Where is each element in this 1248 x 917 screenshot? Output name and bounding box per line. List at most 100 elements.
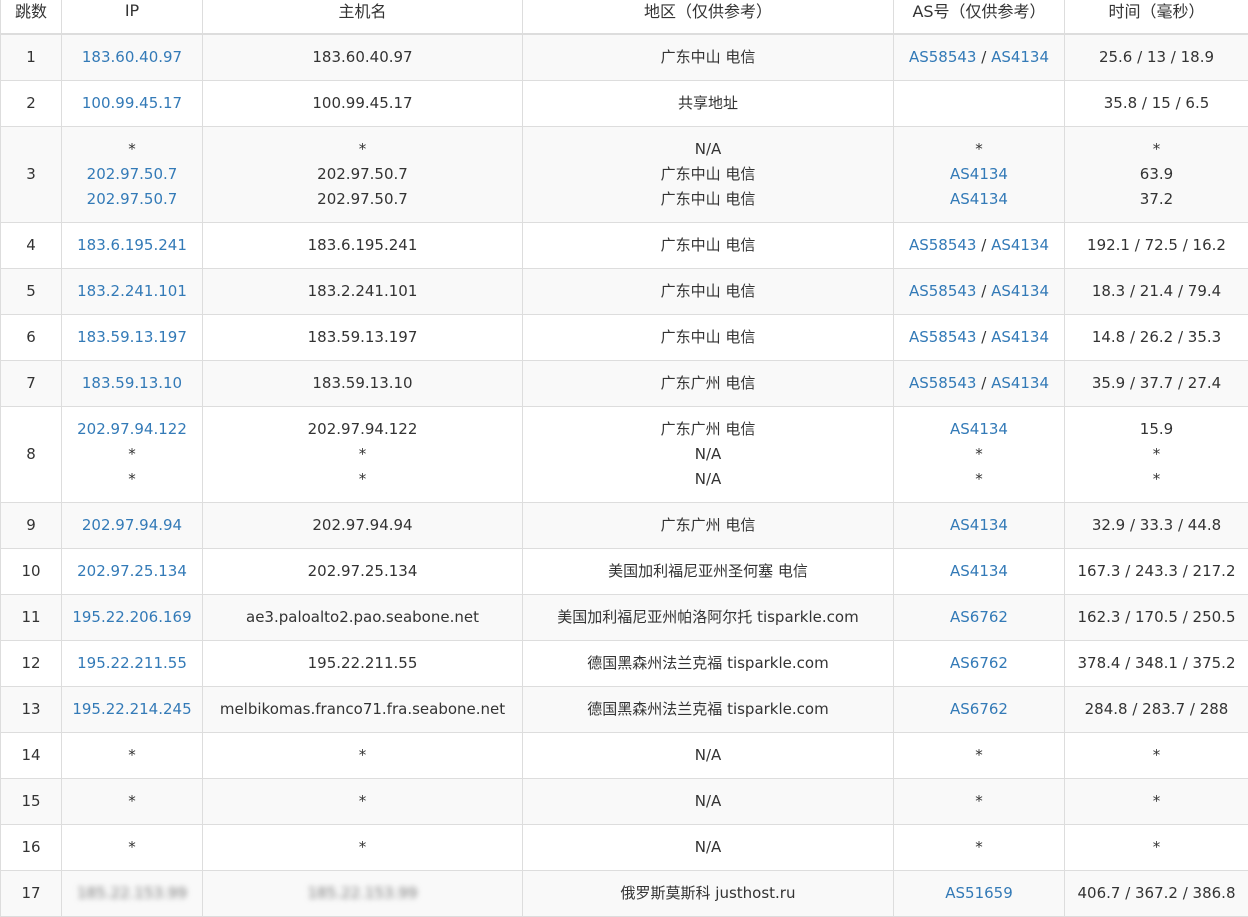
as-separator: / <box>976 282 991 300</box>
as-cell: AS58543 / AS4134 <box>894 315 1065 361</box>
ip-link[interactable]: 202.97.94.122 <box>66 417 198 442</box>
as-cell: * <box>894 825 1065 871</box>
table-header-row: 跳数 IP 主机名 地区（仅供参考） AS号（仅供参考） 时间（毫秒） <box>1 0 1248 34</box>
as-link[interactable]: AS4134 <box>991 328 1049 346</box>
hostname-text: 185.22.153.99 <box>207 881 518 906</box>
ip-link[interactable]: 100.99.45.17 <box>66 91 198 116</box>
as-link[interactable]: AS58543 <box>909 328 977 346</box>
hostname-cell: 185.22.153.99 <box>203 871 523 917</box>
ip-link[interactable]: 183.60.40.97 <box>66 45 198 70</box>
as-link[interactable]: AS4134 <box>991 236 1049 254</box>
as-link[interactable]: AS58543 <box>909 282 977 300</box>
hostname-cell: 202.97.94.122** <box>203 407 523 503</box>
ip-link[interactable]: 183.59.13.10 <box>66 371 198 396</box>
time-text: * <box>1069 442 1244 467</box>
ip-unknown: * <box>66 137 198 162</box>
ip-link[interactable]: 195.22.214.245 <box>66 697 198 722</box>
ip-link[interactable]: 183.2.241.101 <box>66 279 198 304</box>
time-cell: 35.9 / 37.7 / 27.4 <box>1065 361 1248 407</box>
ip-link[interactable]: 185.22.153.99 <box>66 881 198 906</box>
as-line: * <box>898 467 1060 492</box>
time-cell: 14.8 / 26.2 / 35.3 <box>1065 315 1248 361</box>
as-link[interactable]: AS58543 <box>909 48 977 66</box>
region-text: 广东中山 电信 <box>527 279 889 304</box>
as-link[interactable]: AS4134 <box>950 516 1008 534</box>
region-cell: 美国加利福尼亚州帕洛阿尔托 tisparkle.com <box>523 595 894 641</box>
hostname-text: 183.2.241.101 <box>207 279 518 304</box>
table-row: 3*202.97.50.7202.97.50.7*202.97.50.7202.… <box>1 127 1248 223</box>
ip-link[interactable]: 202.97.50.7 <box>66 187 198 212</box>
as-link[interactable]: AS58543 <box>909 374 977 392</box>
region-text: 德国黑森州法兰克福 tisparkle.com <box>527 651 889 676</box>
as-link[interactable]: AS51659 <box>945 884 1013 902</box>
as-line: AS58543 / AS4134 <box>898 325 1060 350</box>
as-link[interactable]: AS58543 <box>909 236 977 254</box>
header-hop: 跳数 <box>1 0 62 34</box>
region-cell: 广东中山 电信 <box>523 34 894 81</box>
time-cell: 18.3 / 21.4 / 79.4 <box>1065 269 1248 315</box>
table-row: 17185.22.153.99185.22.153.99俄罗斯莫斯科 justh… <box>1 871 1248 917</box>
table-row: 14**N/A** <box>1 733 1248 779</box>
hop-number: 10 <box>21 562 40 580</box>
ip-unknown: * <box>66 789 198 814</box>
ip-link[interactable]: 202.97.50.7 <box>66 162 198 187</box>
as-line: AS4134 <box>898 187 1060 212</box>
hostname-cell: ae3.paloalto2.pao.seabone.net <box>203 595 523 641</box>
as-unknown: * <box>975 470 983 488</box>
as-link[interactable]: AS6762 <box>950 608 1008 626</box>
as-line: AS51659 <box>898 881 1060 906</box>
ip-cell: 183.6.195.241 <box>62 223 203 269</box>
hostname-text: 202.97.50.7 <box>207 162 518 187</box>
as-link[interactable]: AS4134 <box>950 420 1008 438</box>
ip-link[interactable]: 202.97.94.94 <box>66 513 198 538</box>
traceroute-table: 跳数 IP 主机名 地区（仅供参考） AS号（仅供参考） 时间（毫秒） 1183… <box>0 0 1248 917</box>
hostname-text: * <box>207 835 518 860</box>
ip-cell: * <box>62 733 203 779</box>
region-cell: 广东中山 电信 <box>523 315 894 361</box>
hop-number: 17 <box>21 884 40 902</box>
ip-link[interactable]: 183.59.13.197 <box>66 325 198 350</box>
as-cell: * <box>894 733 1065 779</box>
as-link[interactable]: AS4134 <box>950 165 1008 183</box>
as-line: AS4134 <box>898 162 1060 187</box>
time-text: 32.9 / 33.3 / 44.8 <box>1069 513 1244 538</box>
ip-unknown: * <box>66 467 198 492</box>
time-cell: 378.4 / 348.1 / 375.2 <box>1065 641 1248 687</box>
as-link[interactable]: AS4134 <box>991 48 1049 66</box>
hop-number: 4 <box>26 236 36 254</box>
hop-cell: 1 <box>1 34 62 81</box>
hostname-cell: *202.97.50.7202.97.50.7 <box>203 127 523 223</box>
as-line: AS6762 <box>898 697 1060 722</box>
ip-link[interactable]: 202.97.25.134 <box>66 559 198 584</box>
as-link[interactable]: AS4134 <box>991 374 1049 392</box>
as-cell: AS58543 / AS4134 <box>894 361 1065 407</box>
time-text: 63.9 <box>1069 162 1244 187</box>
as-separator: / <box>976 48 991 66</box>
as-link[interactable]: AS4134 <box>991 282 1049 300</box>
ip-link[interactable]: 195.22.206.169 <box>66 605 198 630</box>
region-text: N/A <box>527 442 889 467</box>
region-cell: 广东中山 电信 <box>523 223 894 269</box>
time-text: 192.1 / 72.5 / 16.2 <box>1069 233 1244 258</box>
as-line: * <box>898 835 1060 860</box>
hostname-text: * <box>207 442 518 467</box>
as-link[interactable]: AS6762 <box>950 700 1008 718</box>
as-line: * <box>898 137 1060 162</box>
ip-cell: * <box>62 825 203 871</box>
as-link[interactable]: AS4134 <box>950 190 1008 208</box>
ip-cell: 183.59.13.10 <box>62 361 203 407</box>
ip-link[interactable]: 195.22.211.55 <box>66 651 198 676</box>
time-text: 35.8 / 15 / 6.5 <box>1069 91 1244 116</box>
region-text: 广东中山 电信 <box>527 233 889 258</box>
region-text: 广东广州 电信 <box>527 417 889 442</box>
ip-link[interactable]: 183.6.195.241 <box>66 233 198 258</box>
ip-cell: 185.22.153.99 <box>62 871 203 917</box>
table-row: 9202.97.94.94202.97.94.94广东广州 电信AS413432… <box>1 503 1248 549</box>
as-line <box>898 91 1060 116</box>
time-cell: 32.9 / 33.3 / 44.8 <box>1065 503 1248 549</box>
hostname-cell: 100.99.45.17 <box>203 81 523 127</box>
hostname-cell: 183.59.13.197 <box>203 315 523 361</box>
as-link[interactable]: AS4134 <box>950 562 1008 580</box>
as-link[interactable]: AS6762 <box>950 654 1008 672</box>
hostname-cell: 202.97.25.134 <box>203 549 523 595</box>
